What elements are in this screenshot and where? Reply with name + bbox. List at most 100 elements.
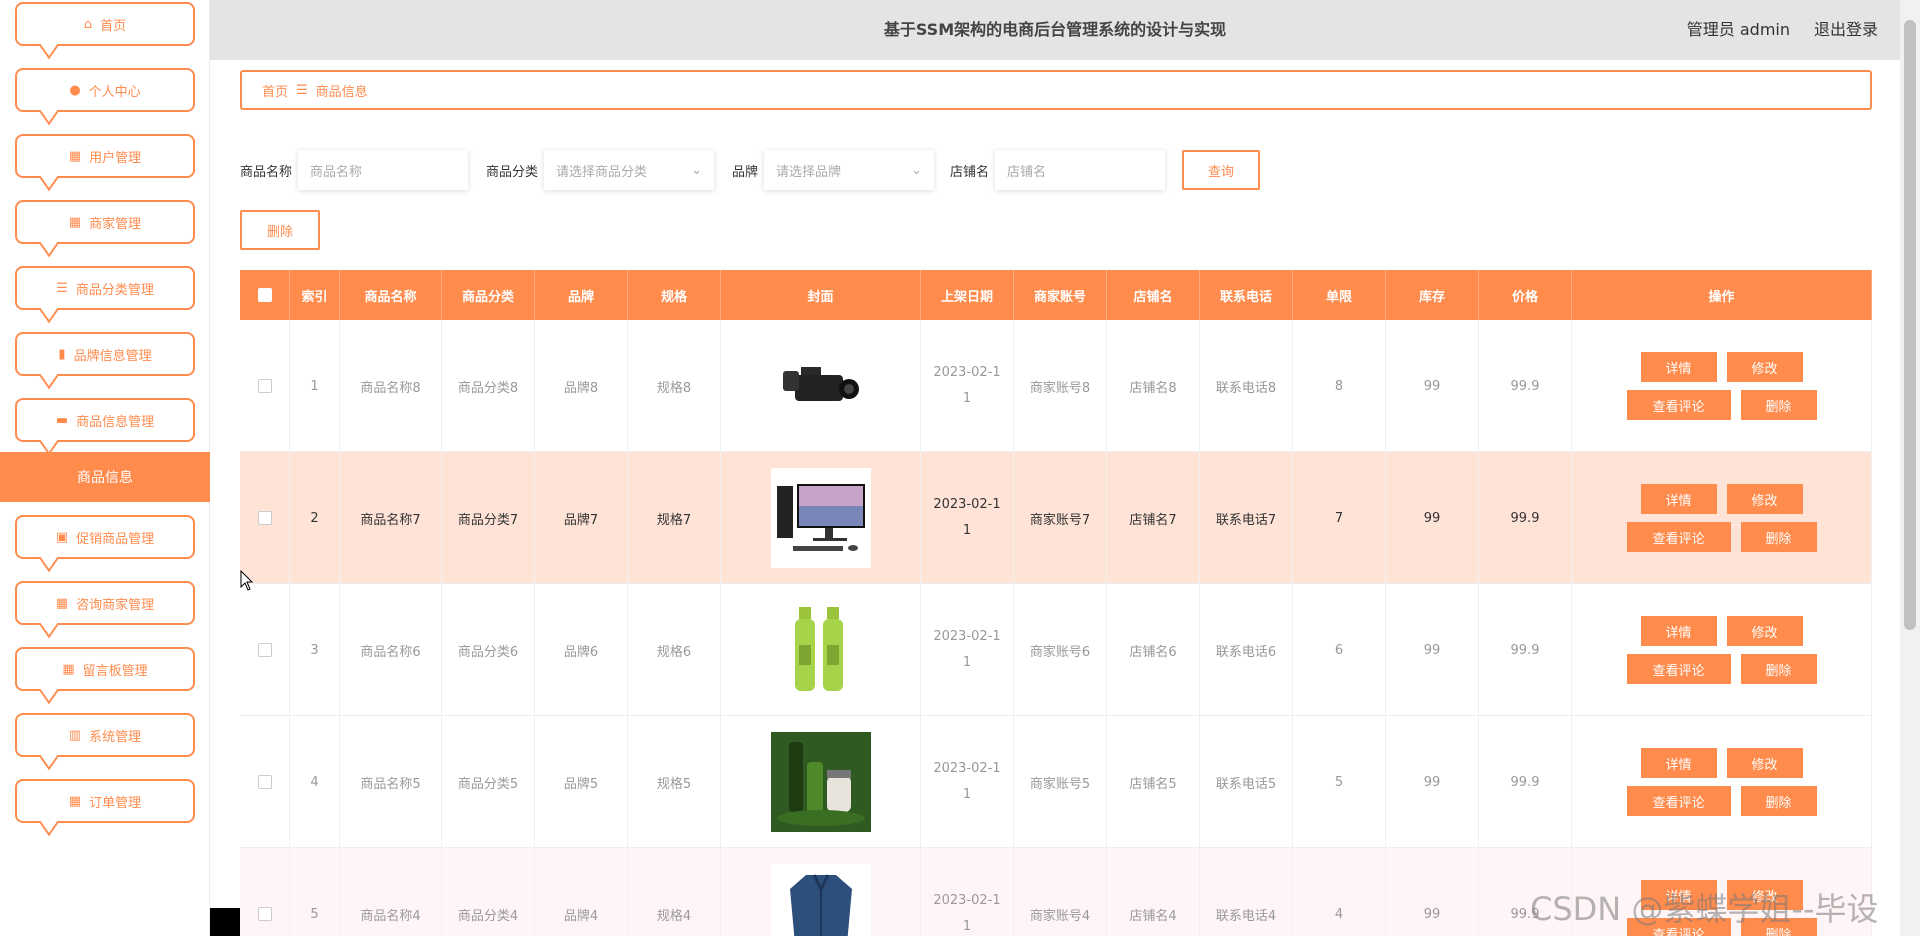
row-select-cell	[240, 716, 290, 848]
row-checkbox[interactable]	[257, 379, 272, 393]
breadcrumb-current: 商品信息	[315, 84, 368, 100]
row-select-cell	[240, 452, 290, 584]
scrollbar-thumb[interactable]	[1904, 20, 1916, 630]
chevron-down-icon: ⌄	[911, 162, 923, 178]
detail-button[interactable]: 详情	[1640, 748, 1717, 778]
date-line-1: 2023-02-1	[933, 365, 1001, 380]
sidebar-item-promotions[interactable]: ▣ 促销商品管理	[15, 515, 195, 559]
stock-cell: 99	[1386, 320, 1479, 452]
table-row: 2 商品名称7 商品分类7 品牌7 规格7 2023-02-1 1 商家账号7 店…	[240, 452, 1872, 584]
sidebar-item-label: 商品信息管理	[76, 414, 155, 430]
date-cell: 2023-02-1 1	[921, 320, 1014, 452]
date-line-2: 1	[962, 655, 972, 670]
detail-button[interactable]: 详情	[1640, 484, 1717, 514]
row-checkbox[interactable]	[257, 511, 272, 525]
limit-cell: 5	[1293, 716, 1386, 848]
view-comments-button[interactable]: 查看评论	[1626, 390, 1731, 420]
col-header: 商品分类	[442, 270, 535, 320]
grid-icon: ▦	[68, 214, 82, 230]
delete-button[interactable]: 删除	[1740, 786, 1817, 816]
sidebar-item-consultations[interactable]: ▦ 咨询商家管理	[15, 581, 195, 625]
sidebar-subitem-product-info[interactable]: 商品信息	[0, 452, 210, 502]
row-select-cell	[240, 584, 290, 716]
sidebar-item-label: 系统管理	[89, 729, 142, 745]
date-cell: 2023-02-1 1	[921, 452, 1014, 584]
grid-icon: ▦	[68, 148, 82, 164]
product-name-input[interactable]: 商品名称	[298, 150, 469, 190]
bulk-delete-button[interactable]: 删除	[240, 210, 320, 250]
limit-cell: 8	[1293, 320, 1386, 452]
edit-button[interactable]: 修改	[1726, 748, 1803, 778]
shop-cell: 店铺名7	[1107, 452, 1200, 584]
spec-cell: 规格5	[628, 716, 721, 848]
date-line-2: 1	[962, 787, 972, 802]
sidebar-item-system[interactable]: ▥ 系统管理	[15, 713, 195, 757]
edit-button[interactable]: 修改	[1726, 352, 1803, 382]
brand-label: 品牌	[732, 164, 759, 180]
category-cell: 商品分类7	[442, 452, 535, 584]
row-checkbox[interactable]	[257, 643, 272, 657]
list-icon: ☰	[56, 280, 68, 296]
sidebar: ⌂ 首页 ● 个人中心 ▦ 用户管理 ▦ 商家管理 ☰ 商品分类管理 ▮ 品牌信息管理 ▬ 商…	[0, 0, 210, 936]
overlay-strip	[210, 908, 240, 936]
sidebar-item-orders[interactable]: ▦ 订单管理	[15, 779, 195, 823]
breadcrumb-separator-icon: ☰	[296, 82, 308, 98]
sidebar-item-categories[interactable]: ☰ 商品分类管理	[15, 266, 195, 310]
logout-link[interactable]: 退出登录	[1814, 0, 1878, 60]
edit-button[interactable]: 修改	[1726, 616, 1803, 646]
shop-input[interactable]: 店铺名	[995, 150, 1166, 190]
category-cell: 商品分类6	[442, 584, 535, 716]
category-select[interactable]: 请选择商品分类 ⌄	[544, 150, 715, 190]
delete-button[interactable]: 删除	[1740, 522, 1817, 552]
brand-select[interactable]: 请选择品牌 ⌄	[764, 150, 935, 190]
sidebar-item-messageboard[interactable]: ▦ 留言板管理	[15, 647, 195, 691]
search-name-group: 商品名称 商品名称	[240, 150, 469, 190]
detail-button[interactable]: 详情	[1640, 352, 1717, 382]
col-header: 店铺名	[1107, 270, 1200, 320]
limit-cell: 6	[1293, 584, 1386, 716]
col-header: 联系电话	[1200, 270, 1293, 320]
sidebar-item-brands[interactable]: ▮ 品牌信息管理	[15, 332, 195, 376]
sidebar-item-label: 留言板管理	[82, 663, 148, 679]
grid-icon: ▦	[55, 595, 69, 611]
detail-button[interactable]: 详情	[1640, 616, 1717, 646]
brand-cell: 品牌4	[535, 848, 628, 936]
table-row: 1 商品名称8 商品分类8 品牌8 规格8 2023-02-1 1 商家账号8 店…	[240, 320, 1872, 452]
bar-chart-icon: ▥	[68, 727, 82, 743]
account-cell: 商家账号8	[1014, 320, 1107, 452]
vertical-scrollbar[interactable]	[1900, 0, 1920, 936]
query-button[interactable]: 查询	[1182, 150, 1260, 190]
sidebar-item-label: 订单管理	[89, 795, 142, 811]
cosmetics-set-image	[770, 732, 871, 832]
spec-cell: 规格6	[628, 584, 721, 716]
table-row: 3 商品名称6 商品分类6 品牌6 规格6 2023-02-1 1 商家账号6 店…	[240, 584, 1872, 716]
account-cell: 商家账号6	[1014, 584, 1107, 716]
view-comments-button[interactable]: 查看评论	[1626, 522, 1731, 552]
breadcrumb-home[interactable]: 首页	[262, 81, 288, 100]
col-header: 单限	[1293, 270, 1386, 320]
monitor-icon: ▬	[55, 412, 69, 428]
delete-button[interactable]: 删除	[1740, 654, 1817, 684]
select-all-checkbox[interactable]	[257, 288, 272, 302]
col-header: 商品名称	[340, 270, 442, 320]
row-select-cell	[240, 848, 290, 936]
sidebar-item-profile[interactable]: ● 个人中心	[15, 68, 195, 112]
category-cell: 商品分类5	[442, 716, 535, 848]
sidebar-item-home[interactable]: ⌂ 首页	[15, 2, 195, 46]
row-checkbox[interactable]	[257, 907, 272, 921]
brand-cell: 品牌8	[535, 320, 628, 452]
sidebar-item-merchants[interactable]: ▦ 商家管理	[15, 200, 195, 244]
index-cell: 4	[290, 716, 340, 848]
delete-button[interactable]: 删除	[1740, 390, 1817, 420]
row-checkbox[interactable]	[257, 775, 272, 789]
chevron-down-icon: ⌄	[691, 162, 703, 178]
edit-button[interactable]: 修改	[1726, 484, 1803, 514]
sidebar-item-users[interactable]: ▦ 用户管理	[15, 134, 195, 178]
view-comments-button[interactable]: 查看评论	[1626, 786, 1731, 816]
view-comments-button[interactable]: 查看评论	[1626, 654, 1731, 684]
col-header: 索引	[290, 270, 340, 320]
account-cell: 商家账号7	[1014, 452, 1107, 584]
col-header: 库存	[1386, 270, 1479, 320]
brand-cell: 品牌5	[535, 716, 628, 848]
sidebar-item-products[interactable]: ▬ 商品信息管理	[15, 398, 195, 442]
